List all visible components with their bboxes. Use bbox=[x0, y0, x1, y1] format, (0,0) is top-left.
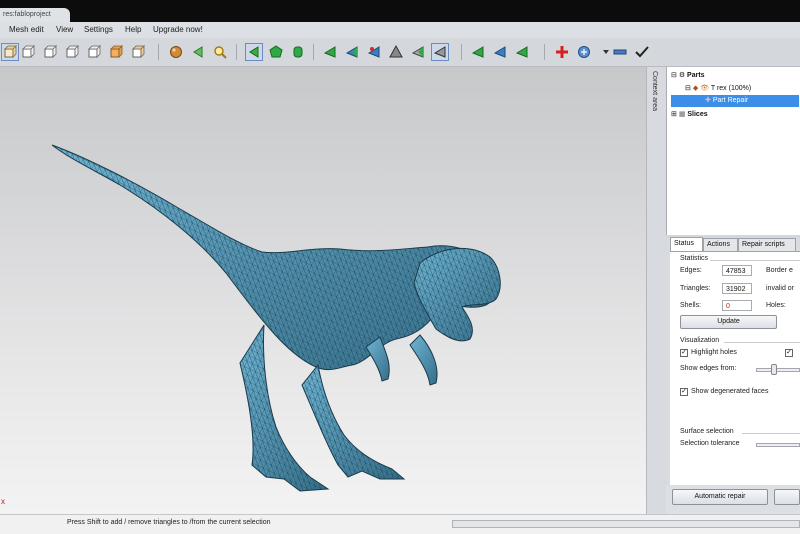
select-arrow-icon[interactable] bbox=[189, 43, 207, 61]
toolbar bbox=[0, 38, 800, 67]
triangle-tool-icon[interactable] bbox=[431, 43, 449, 61]
show-edges-label: Show edges from: bbox=[680, 365, 737, 372]
view-cube-icon[interactable] bbox=[63, 43, 81, 61]
menu-mesh-edit[interactable]: Mesh edit bbox=[9, 25, 44, 34]
remove-icon[interactable] bbox=[611, 43, 629, 61]
repair-icon: ✚ bbox=[705, 97, 713, 104]
group-divider bbox=[742, 433, 800, 434]
menu-upgrade[interactable]: Upgrade now! bbox=[153, 25, 203, 34]
view-cube-icon[interactable] bbox=[19, 43, 37, 61]
show-edges-slider[interactable] bbox=[756, 368, 800, 372]
status-bar: Press Shift to add / remove triangles to… bbox=[0, 514, 800, 534]
triangle-tool-icon[interactable] bbox=[343, 43, 361, 61]
trex-mesh-model[interactable] bbox=[0, 67, 646, 514]
tree-item-parts[interactable]: ⊟ ⚙ Parts bbox=[671, 70, 705, 82]
tab-repair-scripts[interactable]: Repair scripts bbox=[738, 238, 796, 251]
toolbar-separator bbox=[544, 44, 545, 60]
group-divider bbox=[724, 342, 800, 343]
tree-item-slices[interactable]: ⊞ ▦ Slices bbox=[671, 109, 708, 121]
select-triangle-icon[interactable] bbox=[245, 43, 263, 61]
status-hint: Press Shift to add / remove triangles to… bbox=[67, 519, 271, 526]
scripts-icon[interactable] bbox=[575, 43, 593, 61]
group-divider bbox=[710, 260, 800, 261]
visualization-label: Visualization bbox=[680, 337, 720, 344]
zoom-icon[interactable] bbox=[211, 43, 229, 61]
shells-label: Shells: bbox=[680, 302, 702, 309]
toolbar-separator bbox=[236, 44, 237, 60]
edges-value: 47853 bbox=[722, 265, 752, 276]
repair-tabs: Status Actions Repair scripts bbox=[670, 237, 800, 251]
progress-bar bbox=[452, 520, 800, 528]
tree-item-part-repair[interactable]: ✚ Part Repair bbox=[671, 95, 799, 107]
holes-label: Holes: bbox=[766, 302, 786, 309]
tab-status[interactable]: Status bbox=[670, 237, 703, 251]
toolbar-separator bbox=[158, 44, 159, 60]
triangle-tool-icon[interactable] bbox=[513, 43, 531, 61]
secondary-checkbox[interactable]: ✓ bbox=[785, 349, 793, 357]
select-shell-icon[interactable] bbox=[289, 43, 307, 61]
axis-indicator: x bbox=[1, 497, 5, 506]
toolbar-separator bbox=[461, 44, 462, 60]
menu-help[interactable]: Help bbox=[125, 25, 141, 34]
apply-check-icon[interactable] bbox=[633, 43, 651, 61]
statistics-label: Statistics bbox=[680, 255, 709, 262]
menu-bar: Mesh edit View Settings Help Upgrade now… bbox=[0, 22, 800, 38]
title-bar: res:fabloproject bbox=[0, 0, 800, 22]
add-part-icon[interactable] bbox=[553, 43, 571, 61]
highlight-holes-checkbox[interactable]: ✓ bbox=[680, 349, 688, 357]
view-cube-icon[interactable] bbox=[41, 43, 59, 61]
tree-label-slices: Slices bbox=[687, 111, 708, 118]
border-edges-label: Border e bbox=[766, 267, 793, 274]
selection-tolerance-slider[interactable] bbox=[756, 443, 800, 447]
expand-icon[interactable]: ⊟ bbox=[671, 72, 679, 79]
view-cube-icon[interactable] bbox=[129, 43, 147, 61]
menu-view[interactable]: View bbox=[56, 25, 73, 34]
trex-body bbox=[51, 144, 501, 492]
select-surface-icon[interactable] bbox=[267, 43, 285, 61]
context-area-label: Context area bbox=[651, 71, 658, 112]
eye-icon[interactable]: 👁 bbox=[700, 85, 711, 92]
view-cube-icon[interactable] bbox=[85, 43, 103, 61]
repair-actions-bar: Automatic repair bbox=[666, 485, 800, 514]
tree-label-part-repair: Part Repair bbox=[712, 97, 749, 104]
status-panel: Statistics Edges: 47853 Border e Triangl… bbox=[670, 251, 800, 486]
triangle-tool-icon[interactable] bbox=[469, 43, 487, 61]
expand-icon[interactable]: ⊟ bbox=[685, 85, 693, 92]
tab-actions[interactable]: Actions bbox=[703, 238, 738, 251]
triangle-tool-icon[interactable] bbox=[491, 43, 509, 61]
parts-tree: ⊟ ⚙ Parts ⊟ ◆ 👁 T rex (100%) ✚ Part Repa… bbox=[666, 67, 800, 235]
triangles-value: 31902 bbox=[722, 283, 752, 294]
triangle-tool-icon[interactable] bbox=[321, 43, 339, 61]
invalid-orientation-label: invalid or bbox=[766, 285, 795, 292]
tree-label-part: T rex (100%) bbox=[710, 85, 752, 92]
tree-label-parts: Parts bbox=[687, 72, 705, 79]
triangle-tool-icon[interactable] bbox=[409, 43, 427, 61]
show-edges-slider-thumb[interactable] bbox=[771, 364, 778, 375]
selection-tolerance-label: Selection tolerance bbox=[680, 440, 740, 447]
triangle-tool-icon[interactable] bbox=[387, 43, 405, 61]
more-actions-button[interactable] bbox=[774, 489, 800, 505]
update-button[interactable]: Update bbox=[680, 315, 777, 329]
3d-viewport[interactable]: x bbox=[0, 67, 646, 514]
degenerated-faces-label: Show degenerated faces bbox=[691, 388, 769, 395]
window-title[interactable]: res:fabloproject bbox=[0, 8, 70, 22]
triangle-tool-icon[interactable] bbox=[365, 43, 383, 61]
tree-item-part[interactable]: ⊟ ◆ 👁 T rex (100%) bbox=[685, 83, 751, 95]
degenerated-faces-checkbox[interactable]: ✓ bbox=[680, 388, 688, 396]
surface-selection-label: Surface selection bbox=[680, 428, 734, 435]
triangles-label: Triangles: bbox=[680, 285, 711, 292]
edges-label: Edges: bbox=[680, 267, 702, 274]
parts-icon: ⚙ bbox=[678, 72, 688, 79]
automatic-repair-button[interactable]: Automatic repair bbox=[672, 489, 768, 505]
view-cube-icon[interactable] bbox=[107, 43, 125, 61]
highlight-holes-label: Highlight holes bbox=[691, 349, 737, 356]
view-cube-icon[interactable] bbox=[1, 43, 19, 61]
toolbar-separator bbox=[313, 44, 314, 60]
menu-settings[interactable]: Settings bbox=[84, 25, 113, 34]
context-area-bar[interactable]: Context area bbox=[646, 67, 667, 514]
expand-icon[interactable]: ⊞ bbox=[671, 111, 679, 118]
shells-value: 0 bbox=[722, 300, 752, 311]
sphere-icon[interactable] bbox=[167, 43, 185, 61]
